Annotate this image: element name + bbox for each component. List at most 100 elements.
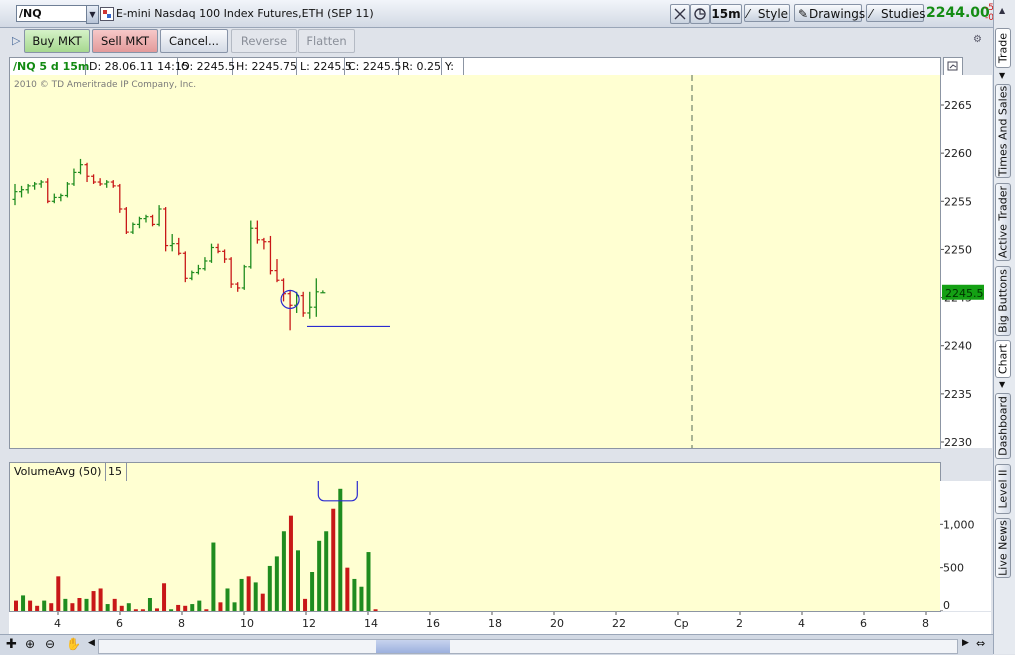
time-tick-label: 4 bbox=[798, 617, 805, 630]
volume-bar bbox=[14, 600, 18, 611]
price-scale[interactable]: 223022352240224522502255226022652245.5 bbox=[940, 75, 992, 448]
scrollbar-thumb[interactable] bbox=[376, 640, 450, 653]
flatten-button[interactable]: Flatten bbox=[298, 29, 355, 53]
chart-symbol-label[interactable]: /NQ 5 d 15m bbox=[10, 58, 89, 75]
volume-bar bbox=[204, 609, 209, 611]
cancel-orders-button[interactable]: Cancel... bbox=[160, 29, 228, 53]
volume-bar bbox=[218, 602, 223, 611]
rail-arrow-icon[interactable]: ▼ bbox=[999, 71, 1005, 80]
style-button[interactable]: ⁄ Style bbox=[744, 4, 790, 22]
volume-bar bbox=[147, 598, 152, 611]
tab-chart[interactable]: Chart bbox=[995, 340, 1011, 378]
style-label: Style bbox=[757, 7, 789, 21]
price-tick-label: 2255 bbox=[944, 195, 972, 208]
time-tick-label: 14 bbox=[364, 617, 378, 630]
link-tool-icon[interactable] bbox=[690, 4, 710, 24]
instrument-title: E-mini Nasdaq 100 Index Futures,ETH (SEP… bbox=[116, 7, 374, 20]
link-menu-icon[interactable] bbox=[100, 7, 114, 21]
volume-header: VolumeAvg (50) 15 bbox=[9, 462, 941, 482]
scroll-left-icon[interactable]: ◀ bbox=[88, 638, 95, 648]
symbol-dropdown-icon[interactable]: ▼ bbox=[86, 5, 99, 24]
volume-bar bbox=[331, 508, 336, 611]
volume-study-label[interactable]: VolumeAvg (50) bbox=[10, 463, 107, 481]
price-panel[interactable]: 2010 © TD Ameritrade IP Company, Inc. bbox=[9, 75, 941, 449]
tab-dashboard[interactable]: Dashboard bbox=[995, 393, 1011, 459]
ohlc-bar bbox=[215, 243, 221, 254]
ohlc-bar bbox=[202, 257, 208, 271]
zoom-out-icon[interactable]: ⊖ bbox=[45, 637, 55, 651]
tab-live-news[interactable]: Live News bbox=[995, 518, 1011, 578]
ohlc-bar bbox=[241, 264, 247, 290]
volume-bar bbox=[274, 556, 279, 611]
ohlc-bar bbox=[110, 180, 116, 188]
time-tick-label: 8 bbox=[178, 617, 185, 630]
tab-active-trader[interactable]: Active Trader bbox=[995, 183, 1011, 261]
price-tick-label: 2250 bbox=[944, 243, 972, 256]
chart-settings-icon[interactable] bbox=[943, 57, 963, 76]
aggregation-button[interactable]: 15m bbox=[710, 4, 742, 24]
volume-bar bbox=[190, 604, 195, 611]
price-tick-label: 2240 bbox=[944, 340, 972, 353]
volume-bar bbox=[98, 588, 103, 611]
volume-tick-label: 1,000 bbox=[943, 518, 975, 531]
crosshair-tool-icon[interactable] bbox=[670, 4, 690, 24]
ohlc-bar bbox=[320, 290, 326, 294]
sell-market-button[interactable]: Sell MKT bbox=[92, 29, 158, 53]
expand-icon[interactable]: ⇔ bbox=[976, 637, 985, 650]
volume-bar bbox=[281, 531, 286, 611]
volume-bar bbox=[169, 609, 174, 611]
volume-bar bbox=[338, 488, 343, 611]
ohlc-bar bbox=[182, 251, 188, 283]
volume-scale: 0 500 1,000 bbox=[940, 481, 991, 611]
volume-bar bbox=[267, 565, 272, 611]
time-tick-label: 18 bbox=[488, 617, 502, 630]
ohlc-bar bbox=[25, 183, 31, 194]
ohlc-bar bbox=[195, 264, 201, 275]
ohlc-bar bbox=[19, 185, 25, 198]
rail-arrow-icon-2[interactable]: ▼ bbox=[999, 380, 1005, 389]
volume-bar bbox=[49, 603, 54, 611]
volume-panel[interactable] bbox=[9, 481, 941, 612]
bar-range: R: 0.25 bbox=[399, 58, 442, 75]
horizontal-scrollbar[interactable] bbox=[98, 639, 958, 654]
volume-tick-label: 0 bbox=[943, 599, 950, 611]
ohlc-bar bbox=[91, 174, 97, 184]
scroll-right-icon[interactable]: ▶ bbox=[962, 638, 969, 648]
current-price-label: 2245.5 bbox=[945, 287, 984, 300]
hand-icon[interactable]: ✋ bbox=[66, 637, 81, 651]
ohlc-bar bbox=[136, 216, 142, 229]
volume-bar bbox=[296, 550, 300, 611]
volume-bar bbox=[288, 515, 293, 611]
time-tick-label: 22 bbox=[612, 617, 626, 630]
pan-icon[interactable]: ✚ bbox=[6, 637, 17, 652]
collapse-arrow-icon[interactable]: ▷ bbox=[12, 34, 20, 47]
symbol-input[interactable]: /NQ bbox=[16, 5, 90, 22]
volume-chart[interactable] bbox=[10, 481, 940, 611]
bar-y: Y: bbox=[442, 58, 464, 75]
ohlc-bar bbox=[51, 193, 57, 204]
bar-close: C: 2245.5 bbox=[345, 58, 401, 75]
ohlc-bar bbox=[156, 205, 162, 227]
volume-bar bbox=[211, 542, 216, 611]
studies-button[interactable]: ⁄ Studies bbox=[866, 4, 926, 22]
reverse-button[interactable]: Reverse bbox=[231, 29, 297, 53]
drawings-button[interactable]: ✎ Drawings bbox=[794, 4, 865, 22]
rail-up-arrow-icon[interactable]: ▲ bbox=[999, 6, 1005, 15]
ohlc-bar bbox=[84, 162, 90, 183]
tab-level-ii[interactable]: Level II bbox=[995, 464, 1011, 514]
time-axis[interactable]: 4 6 8 10 12 14 16 18 20 22 Cp 2 4 6 8 bbox=[9, 612, 991, 634]
time-tick-label: 16 bbox=[426, 617, 440, 630]
ohlc-bar bbox=[97, 178, 103, 186]
ohlc-bar bbox=[163, 207, 169, 252]
buy-market-button[interactable]: Buy MKT bbox=[24, 29, 90, 53]
tab-times-and-sales[interactable]: Times And Sales bbox=[995, 84, 1011, 178]
tab-big-buttons[interactable]: Big Buttons bbox=[995, 266, 1011, 336]
ohlc-bar bbox=[64, 182, 70, 198]
price-chart[interactable] bbox=[10, 75, 940, 448]
zoom-in-icon[interactable]: ⊕ bbox=[25, 637, 35, 651]
ohlc-bar bbox=[32, 182, 38, 190]
volume-bar bbox=[63, 598, 68, 611]
settings-icon[interactable]: ⚙ bbox=[973, 34, 982, 45]
ohlc-bar bbox=[169, 234, 175, 252]
tab-trade[interactable]: Trade bbox=[995, 28, 1011, 68]
